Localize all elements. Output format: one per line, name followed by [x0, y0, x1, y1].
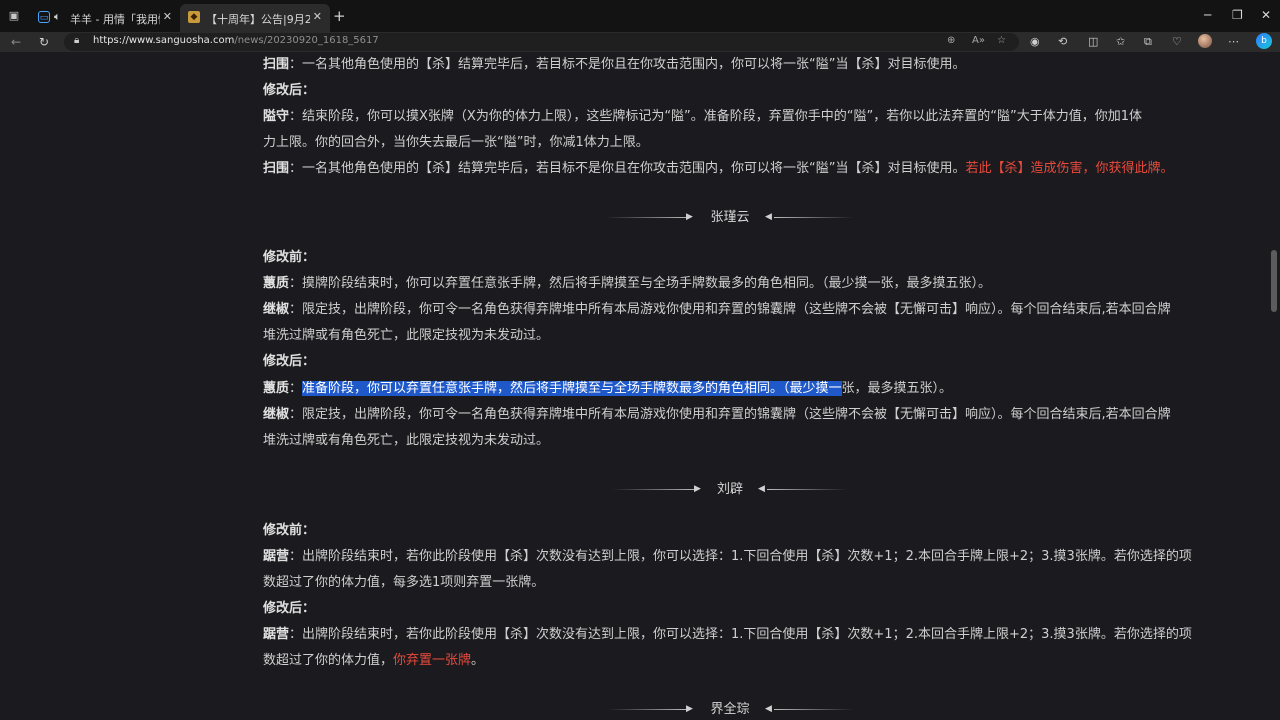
section-divider: ▶ 界全琮 ◀: [600, 700, 860, 720]
article-content: 扫围：一名其他角色使用的【杀】结算完毕后，若目标不是你且在你攻击范围内，你可以将…: [0, 52, 1268, 720]
section-title: 界全琮: [710, 702, 750, 717]
more-menu-icon[interactable]: ⋯: [1228, 35, 1239, 48]
paragraph: 堆洗过牌或有角色死亡，此限定技视为未发动过。: [263, 328, 550, 343]
tab-actions-icon[interactable]: ▣: [6, 8, 22, 24]
profile-avatar[interactable]: [1198, 34, 1212, 48]
lock-icon[interactable]: 🔒︎: [74, 35, 79, 46]
tab-yangyang[interactable]: ▭ 🔈︎ 羊羊 - 用情「我用情付出」 ✕: [30, 4, 180, 32]
before-heading: 修改前：: [263, 250, 316, 265]
tab-sanguosha[interactable]: ◆ 【十周年】公告|9月27日《三国杀十周年》 ✕: [180, 4, 330, 32]
section-title: 张瑾云: [710, 210, 750, 225]
extensions-icon[interactable]: ⟲: [1058, 35, 1067, 48]
paragraph: 隘守：结束阶段，你可以摸X张牌（X为你的体力上限），这些牌标记为“隘”。准备阶段…: [263, 109, 1143, 124]
section-divider: ▶ 刘辟 ◀: [600, 480, 860, 500]
copilot-icon[interactable]: b: [1256, 33, 1272, 49]
toolbar: ← ↻ 🔒︎ https://www.sanguosha.com/news/20…: [0, 32, 1280, 52]
address-bar[interactable]: 🔒︎ https://www.sanguosha.com/news/202309…: [64, 33, 1019, 51]
back-icon[interactable]: ←: [11, 35, 21, 49]
close-tab-icon[interactable]: ✕: [163, 10, 172, 23]
after-heading: 修改后：: [263, 83, 316, 98]
restore-icon[interactable]: ❐: [1232, 8, 1243, 22]
tab-favicon-icon: ▭: [38, 11, 50, 23]
scrollbar-track[interactable]: [1268, 52, 1280, 720]
section-title: 刘辟: [716, 482, 743, 497]
speaker-icon[interactable]: 🔈︎: [54, 10, 61, 24]
minimize-icon[interactable]: ─: [1204, 8, 1211, 22]
paragraph: 踞营：出牌阶段结束时，若你此阶段使用【杀】次数没有达到上限，你可以选择：1.下回…: [263, 627, 1192, 642]
section-divider: ▶ 张瑾云 ◀: [600, 208, 860, 228]
collections-icon[interactable]: ⧉: [1144, 35, 1152, 49]
paragraph: 力上限。你的回合外，当你失去最后一张“隘”时，你减1体力上限。: [263, 135, 649, 150]
favorite-star-icon[interactable]: ☆: [997, 35, 1006, 46]
zoom-icon[interactable]: ⊕: [947, 35, 955, 46]
paragraph: 踞营：出牌阶段结束时，若你此阶段使用【杀】次数没有达到上限，你可以选择：1.下回…: [263, 549, 1192, 564]
favorites-icon[interactable]: ✩: [1116, 35, 1125, 48]
tab-favicon-icon: ◆: [188, 11, 200, 23]
scrollbar-thumb[interactable]: [1271, 250, 1277, 312]
arrow-left-icon: ◀: [765, 704, 772, 714]
tab-title: 羊羊 - 用情「我用情付出」: [70, 13, 160, 26]
after-heading: 修改后：: [263, 601, 316, 616]
arrow-left-icon: ◀: [765, 212, 772, 222]
refresh-icon[interactable]: ↻: [39, 35, 49, 49]
paragraph: 数超过了你的体力值，每多选1项则弃置一张牌。: [263, 575, 545, 590]
read-aloud-icon[interactable]: A»: [972, 35, 985, 46]
paragraph: 数超过了你的体力值，你弃置一张牌。: [263, 653, 485, 668]
performance-icon[interactable]: ♡: [1172, 35, 1182, 48]
close-tab-icon[interactable]: ✕: [313, 10, 322, 23]
arrow-left-icon: ◀: [758, 484, 765, 494]
tab-bar: ▣ ▭ 🔈︎ 羊羊 - 用情「我用情付出」 ✕ ◆ 【十周年】公告|9月27日《…: [0, 0, 1280, 32]
paragraph: 扫围：一名其他角色使用的【杀】结算完毕后，若目标不是你且在你攻击范围内，你可以将…: [263, 57, 966, 72]
paragraph-with-selection[interactable]: 蕙质：准备阶段，你可以弃置任意张手牌，然后将手牌摸至与全场手牌数最多的角色相同。…: [263, 376, 1198, 402]
before-heading: 修改前：: [263, 523, 316, 538]
split-screen-icon[interactable]: ◫: [1088, 35, 1098, 48]
after-heading: 修改后：: [263, 354, 316, 369]
tab-title: 【十周年】公告|9月27日《三国杀十周年》: [206, 13, 310, 26]
selected-text[interactable]: 准备阶段，你可以弃置任意张手牌，然后将手牌摸至与全场手牌数最多的角色相同。（最少…: [302, 381, 842, 396]
paragraph: 堆洗过牌或有角色死亡，此限定技视为未发动过。: [263, 433, 550, 448]
close-window-icon[interactable]: ✕: [1261, 8, 1271, 22]
paragraph: 扫围：一名其他角色使用的【杀】结算完毕后，若目标不是你且在你攻击范围内，你可以将…: [263, 161, 1174, 176]
paragraph: 蕙质：摸牌阶段结束时，你可以弃置任意张手牌，然后将手牌摸至与全场手牌数最多的角色…: [263, 276, 992, 291]
url-text[interactable]: https://www.sanguosha.com/news/20230920_…: [93, 35, 379, 46]
game-assist-icon[interactable]: ◉: [1030, 35, 1040, 48]
paragraph: 继椒：限定技，出牌阶段，你可令一名角色获得弃牌堆中所有本局游戏你使用和弃置的锦囊…: [263, 302, 1171, 317]
new-tab-button[interactable]: +: [333, 7, 346, 25]
paragraph: 继椒：限定技，出牌阶段，你可令一名角色获得弃牌堆中所有本局游戏你使用和弃置的锦囊…: [263, 407, 1171, 422]
